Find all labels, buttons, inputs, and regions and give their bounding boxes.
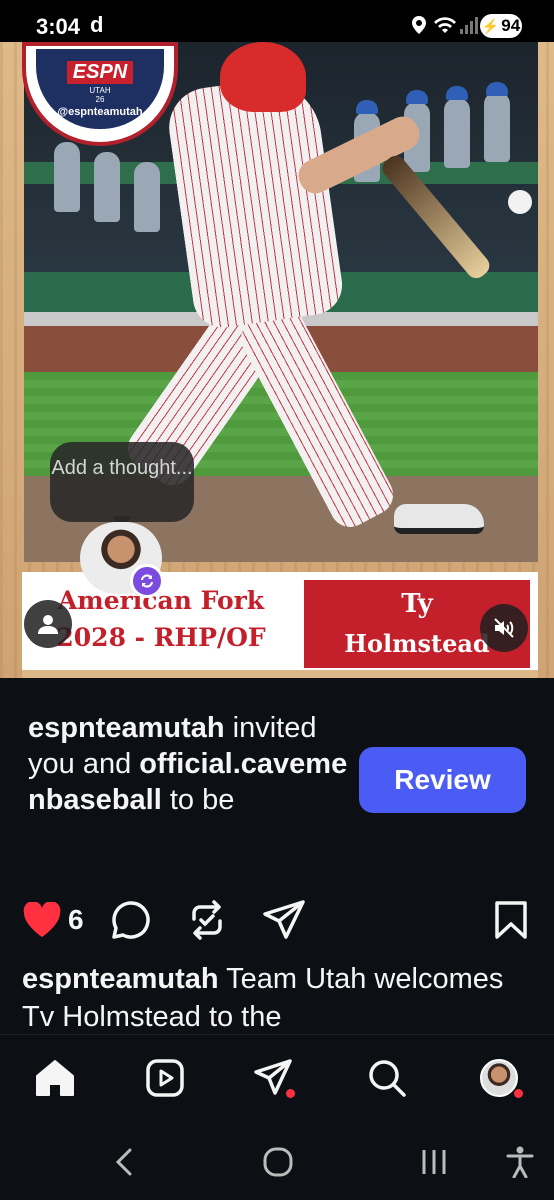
- nav-home[interactable]: [30, 1053, 80, 1103]
- save-button[interactable]: [494, 898, 528, 942]
- search-icon[interactable]: [367, 1058, 407, 1098]
- comment-icon[interactable]: [110, 899, 152, 941]
- nav-search[interactable]: [362, 1053, 412, 1103]
- profile-notification-dot: [514, 1089, 523, 1098]
- nav-reels[interactable]: [140, 1053, 190, 1103]
- repost-button[interactable]: [188, 898, 226, 942]
- logo-year: 26: [95, 94, 105, 104]
- share-button[interactable]: [262, 898, 306, 942]
- logo-region: UTAH: [89, 85, 111, 95]
- carrier-glyph: d: [90, 12, 104, 37]
- invite-text-2: to be: [161, 784, 235, 816]
- battery-icon: ⚡ 94: [480, 14, 522, 38]
- back-button[interactable]: [104, 1142, 144, 1182]
- home-circle-icon[interactable]: [263, 1147, 293, 1177]
- heart-icon[interactable]: [22, 902, 62, 938]
- back-icon[interactable]: [114, 1147, 134, 1177]
- home-icon[interactable]: [34, 1058, 76, 1098]
- location-icon: [412, 16, 426, 34]
- accessibility-icon[interactable]: [506, 1146, 534, 1178]
- signal-icon: [460, 17, 478, 34]
- bookmark-icon[interactable]: [494, 900, 528, 940]
- speaker-muted-icon[interactable]: [480, 604, 528, 652]
- bottom-nav: [0, 1034, 554, 1120]
- add-thought-bubble[interactable]: Add a thought...: [50, 442, 194, 522]
- logo-handle: @espnteamutah: [57, 105, 143, 118]
- wifi-icon: [434, 17, 456, 33]
- share-icon[interactable]: [262, 899, 306, 941]
- status-time: 3:04: [36, 14, 81, 39]
- caption-user[interactable]: espnteamutah: [22, 963, 219, 995]
- baseball: [508, 190, 532, 214]
- recents-button[interactable]: [414, 1142, 454, 1182]
- accessibility-button[interactable]: [500, 1142, 540, 1182]
- nav-profile[interactable]: [474, 1053, 524, 1103]
- invite-user[interactable]: espnteamutah: [28, 712, 225, 744]
- messages-notification-dot: [286, 1089, 295, 1098]
- post-caption[interactable]: espnteamutah Team Utah welcomes Tv Holms…: [22, 960, 532, 1036]
- review-button[interactable]: Review: [359, 747, 526, 813]
- post-image[interactable]: ESPN UTAH 26 @espnteamutah American Fork…: [0, 42, 554, 678]
- reels-icon[interactable]: [145, 1058, 185, 1098]
- like-button[interactable]: 6: [22, 898, 84, 942]
- batting-helmet: [220, 42, 306, 112]
- person-icon[interactable]: [24, 600, 72, 648]
- battery-level: 94: [501, 16, 521, 35]
- comment-button[interactable]: [110, 898, 152, 942]
- nav-messages[interactable]: [248, 1053, 298, 1103]
- system-nav: [0, 1120, 554, 1200]
- repost-icon[interactable]: [188, 899, 226, 941]
- repost-badge-icon[interactable]: [130, 564, 164, 598]
- like-count[interactable]: 6: [68, 904, 84, 936]
- recents-icon[interactable]: [419, 1148, 449, 1176]
- home-button[interactable]: [258, 1142, 298, 1182]
- profile-avatar[interactable]: [480, 1059, 518, 1097]
- logo-brand: ESPN: [66, 60, 134, 84]
- collab-invite-text: espnteamutah invited you and official.ca…: [28, 710, 348, 818]
- post-actions: 6: [0, 888, 554, 952]
